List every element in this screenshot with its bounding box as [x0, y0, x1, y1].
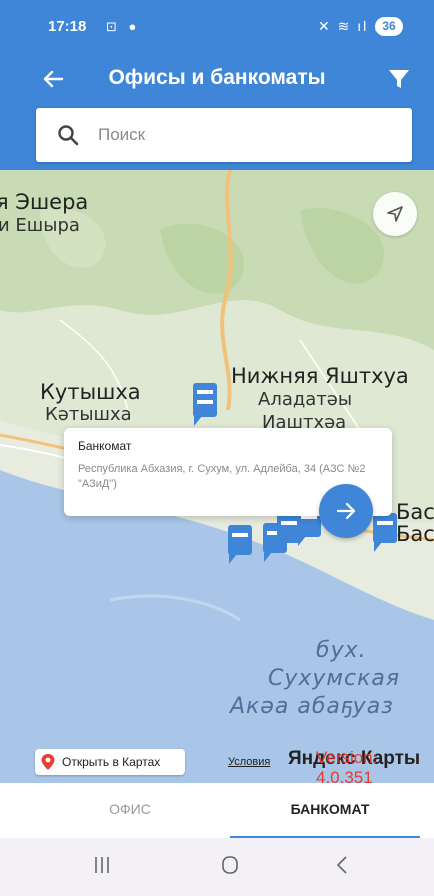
tab-atm[interactable]: БАНКОМАТ — [230, 783, 430, 838]
map-pin-icon — [41, 754, 55, 770]
page-title: Офисы и банкоматы — [108, 66, 326, 89]
search-container — [0, 104, 434, 170]
map-label-bay-3: Акәа абаҕуаз — [230, 694, 394, 719]
map-label-esher: я Эшера — [0, 190, 89, 214]
atm-pin-icon[interactable] — [192, 382, 217, 426]
map-label-bas-2: Бас — [396, 522, 434, 546]
search-icon — [58, 125, 79, 146]
search-box[interactable] — [36, 108, 412, 162]
phone-screen: 17:18 ⊡ ● ✕ ≋ ıl ıl 36 Офисы и банкоматы — [0, 0, 434, 896]
home-icon[interactable] — [221, 854, 239, 876]
tab-office[interactable]: ОФИС — [30, 783, 230, 838]
map-label-kutyshkha: Кутышха — [40, 380, 141, 404]
atm-pin-icon[interactable] — [227, 524, 252, 564]
search-input[interactable] — [98, 120, 388, 150]
map-view[interactable]: я Эшера и Ешыра Кутышха Кәтышха Нижняя Я… — [0, 170, 434, 783]
atm-pin-icon[interactable] — [372, 512, 397, 552]
back-icon[interactable] — [334, 854, 350, 876]
recent-apps-icon[interactable] — [92, 854, 112, 876]
map-label-bay-2: Сухумская — [268, 666, 401, 691]
arrow-right-icon — [336, 502, 356, 520]
map-label-bay-1: бух. — [316, 638, 367, 663]
location-arrow-icon — [387, 206, 403, 222]
status-time: 17:18 — [48, 18, 87, 35]
notification-icons: ⊡ ● — [106, 19, 141, 34]
map-label-kutyshkha-ab: Кәтышха — [45, 404, 132, 425]
app-bar: Офисы и банкоматы — [0, 56, 434, 104]
battery-icon: 36 — [375, 17, 403, 36]
system-nav-bar — [0, 838, 434, 896]
status-bar: 17:18 ⊡ ● ✕ ≋ ıl ıl 36 — [0, 0, 434, 56]
popup-title: Банкомат — [78, 439, 132, 453]
open-in-maps-button[interactable]: Открыть в Картах — [35, 749, 185, 775]
my-location-button[interactable] — [373, 192, 417, 236]
map-label-yashtkhva-ab1: Аладатәы — [258, 389, 353, 410]
open-in-maps-label: Открыть в Картах — [62, 755, 161, 769]
version-label: Version: 4.0.351 — [316, 748, 378, 783]
tab-bar: ОФИС БАНКОМАТ — [0, 783, 434, 838]
map-label-yashtkhva: Нижняя Яштхуа — [231, 364, 409, 388]
route-button[interactable] — [319, 484, 373, 538]
terms-link[interactable]: Условия — [228, 756, 270, 768]
map-label-esher-ab: и Ешыра — [0, 215, 80, 236]
map-label-bas-1: Бас — [396, 500, 434, 524]
filter-icon[interactable] — [387, 67, 411, 91]
